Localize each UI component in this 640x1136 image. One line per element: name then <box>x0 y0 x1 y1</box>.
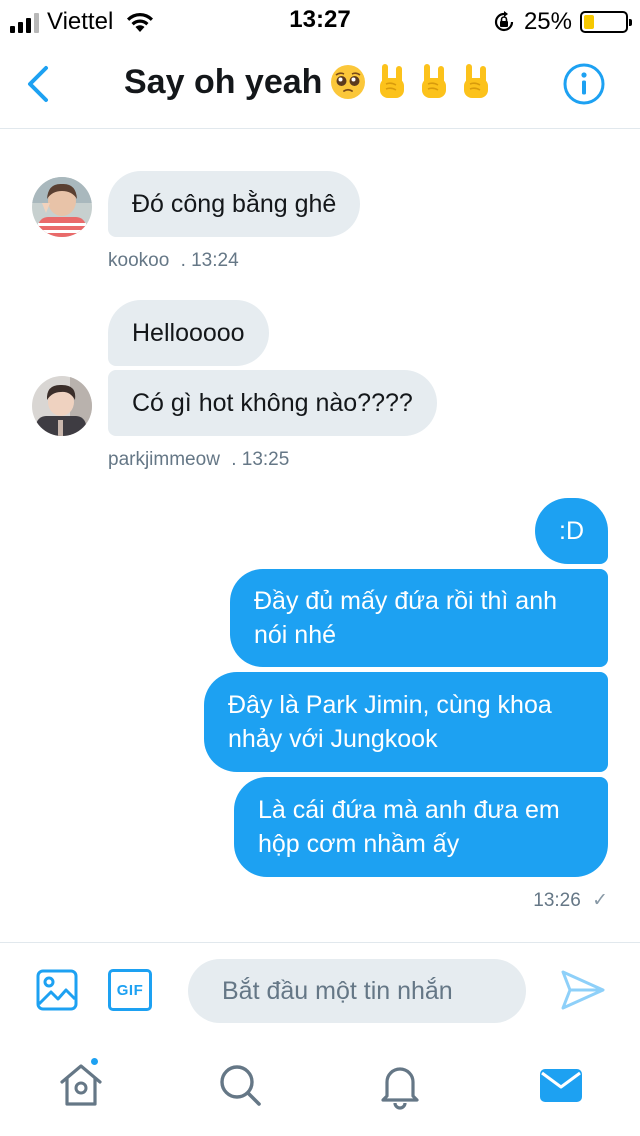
gif-label: GIF <box>116 981 144 999</box>
message-text: :D <box>559 517 584 545</box>
message-time: . 13:24 <box>180 250 239 271</box>
status-bar: Viettel 13:27 25% <box>0 0 640 40</box>
message-composer: GIF Bắt đầu một tin nhắn <box>0 942 640 1040</box>
message-bubble[interactable]: Đầy đủ mấy đứa rồi thì anh nói nhé <box>230 569 608 667</box>
messages-icon[interactable] <box>536 1060 586 1110</box>
message-bubble[interactable]: Đây là Park Jimin, cùng khoa nhảy với Ju… <box>204 672 608 772</box>
message-meta: kookoo . 13:24 <box>108 250 239 272</box>
gif-icon[interactable]: GIF <box>108 969 152 1011</box>
message-text: Đây là Park Jimin, cùng khoa nhảy với Ju… <box>228 691 552 753</box>
message-list[interactable]: Đó công bằng ghê kookoo . 13:24 Helloooo… <box>0 130 640 942</box>
message-input[interactable]: Bắt đầu một tin nhắn <box>188 959 526 1023</box>
message-text: Đó công bằng ghê <box>132 190 337 218</box>
message-bubble[interactable]: Là cái đứa mà anh đưa em hộp cơm nhầm ấy <box>234 777 608 877</box>
sign-of-the-horns-emoji <box>422 64 447 98</box>
image-icon[interactable] <box>36 969 78 1011</box>
pleading-face-emoji <box>331 65 366 99</box>
message-time: 13:26 <box>533 890 581 911</box>
message-bubble[interactable]: Có gì hot không nào???? <box>108 370 437 436</box>
chevron-left-icon[interactable] <box>22 62 56 106</box>
message-text: Hellooooo <box>132 319 245 347</box>
info-icon[interactable] <box>562 62 606 106</box>
message-bubble[interactable]: :D <box>535 498 608 564</box>
conversation-title[interactable]: Say oh yeah <box>124 62 492 102</box>
checkmark-icon: ✓ <box>592 890 608 911</box>
orientation-lock-icon <box>494 11 514 32</box>
message-meta: 13:26 ✓ <box>533 889 608 912</box>
sender-name: parkjimmeow <box>108 449 220 470</box>
notification-dot <box>89 1056 100 1067</box>
battery-icon <box>580 11 632 33</box>
message-bubble[interactable]: Hellooooo <box>108 300 269 366</box>
message-bubble[interactable]: Đó công bằng ghê <box>108 171 361 237</box>
search-icon[interactable] <box>215 1060 265 1110</box>
battery-percent: 25% <box>523 8 572 35</box>
home-icon[interactable] <box>56 1060 106 1110</box>
message-meta: parkjimmeow . 13:25 <box>108 449 289 471</box>
notifications-icon[interactable] <box>375 1060 425 1110</box>
avatar-kookoo[interactable] <box>32 177 92 237</box>
battery-level-fill <box>584 15 594 29</box>
tab-bar <box>0 1040 640 1136</box>
conversation-header: Say oh yeah <box>0 40 640 129</box>
message-time: . 13:25 <box>231 449 290 470</box>
sender-name: kookoo <box>108 250 170 271</box>
conversation-title-text: Say oh yeah <box>124 62 323 101</box>
message-text: Là cái đứa mà anh đưa em hộp cơm nhầm ấy <box>258 796 560 858</box>
sign-of-the-horns-emoji <box>464 64 489 98</box>
send-icon[interactable] <box>560 969 606 1011</box>
message-text: Có gì hot không nào???? <box>132 389 413 417</box>
message-text: Đầy đủ mấy đứa rồi thì anh nói nhé <box>254 587 558 649</box>
sign-of-the-horns-emoji <box>380 64 405 98</box>
avatar-parkjimmeow[interactable] <box>32 376 92 436</box>
status-bar-right: 25% <box>492 8 632 36</box>
message-input-placeholder: Bắt đầu một tin nhắn <box>222 976 453 1005</box>
